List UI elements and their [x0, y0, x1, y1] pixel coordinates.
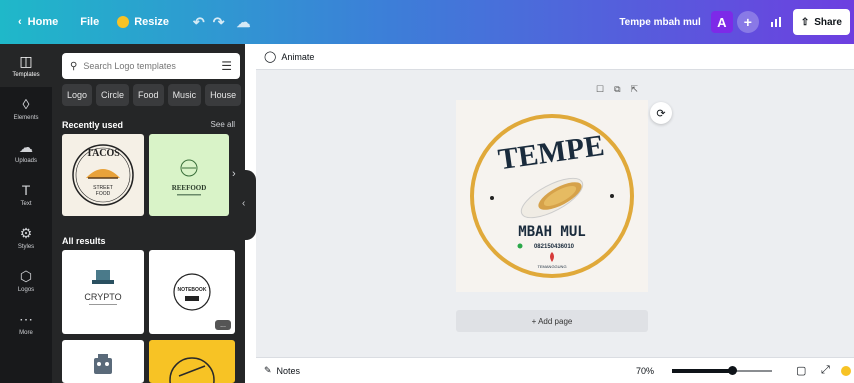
document-title[interactable]: Tempe mbah mul	[619, 17, 701, 28]
animate-button[interactable]: Animate	[281, 52, 314, 62]
add-collaborator-button[interactable]: +	[736, 11, 759, 33]
page-tools: ☐ ⧉ ⇱	[596, 84, 638, 95]
top-bar: ‹ Home File Resize ↶ ↷ ☁ Tempe mbah mul …	[0, 0, 854, 44]
svg-text:TEMANGGUNG: TEMANGGUNG	[537, 264, 566, 269]
cloud-sync-icon[interactable]: ☁	[237, 14, 251, 31]
search-box[interactable]: ⚲ ☰	[62, 53, 240, 79]
editor-subbar: ◯ Animate	[256, 44, 854, 70]
duplicate-page-icon[interactable]: ⧉	[614, 84, 620, 95]
rail-item-logos[interactable]: ⬡ Logos	[0, 259, 52, 302]
rail-item-text[interactable]: T Text	[0, 173, 52, 216]
page-count-icon[interactable]: ▢	[796, 364, 806, 377]
editor-workspace: ◯ Animate ☐ ⧉ ⇱ TEMPE MBAH MUL 082150436…	[256, 44, 854, 383]
bottom-bar: ✎ Notes 70% ▢ ⤢	[256, 357, 854, 383]
avatar[interactable]: A	[710, 11, 733, 33]
zoom-slider[interactable]	[672, 366, 772, 375]
chip-food[interactable]: Food	[133, 84, 164, 106]
template-thumb-reefood[interactable]: REEFOOD	[149, 134, 229, 216]
notes-label: Notes	[276, 365, 301, 376]
redo-icon[interactable]: ↷	[213, 14, 225, 31]
svg-text:082150436010: 082150436010	[534, 244, 575, 250]
see-all-link[interactable]: See all	[211, 120, 235, 129]
refresh-icon: ⟳	[656, 107, 666, 120]
elements-icon: ◊	[22, 96, 30, 112]
tempe-logo-image: TEMPE MBAH MUL 082150436010 TEMANGGUNG	[470, 114, 634, 278]
styles-icon: ⚙	[19, 225, 33, 241]
recently-used-heading: Recently used	[62, 120, 124, 130]
category-chips: Logo Circle Food Music House ›	[62, 84, 259, 106]
bar-chart-icon	[770, 17, 781, 27]
regenerate-button[interactable]: ⟳	[650, 102, 672, 124]
filter-icon[interactable]: ☰	[221, 59, 232, 73]
rail-item-styles[interactable]: ⚙ Styles	[0, 216, 52, 259]
crypto-logo-image: CRYPTO	[84, 270, 122, 305]
svg-text:FOOD: FOOD	[96, 191, 111, 197]
svg-text:MBAH MUL: MBAH MUL	[518, 224, 585, 240]
home-button[interactable]: ‹ Home	[12, 9, 64, 35]
logos-icon: ⬡	[19, 268, 33, 284]
template-icon: ◫	[19, 53, 33, 69]
search-icon: ⚲	[70, 60, 78, 72]
svg-text:TACOS: TACOS	[86, 148, 120, 159]
template-thumb-tacos[interactable]: TACOS STREET FOOD	[62, 134, 144, 216]
svg-text:CRYPTO: CRYPTO	[84, 292, 121, 302]
plus-icon: +	[743, 14, 752, 30]
animate-icon: ◯	[264, 51, 277, 63]
share-icon: ⇧	[800, 16, 810, 28]
resize-button[interactable]: Resize	[111, 9, 175, 35]
svg-text:NOTEBOOK: NOTEBOOK	[178, 287, 207, 293]
undo-icon[interactable]: ↶	[193, 14, 205, 31]
rail-item-templates[interactable]: ◫ Templates	[0, 44, 52, 87]
chip-logo[interactable]: Logo	[62, 84, 93, 106]
tacos-logo-image: TACOS STREET FOOD	[72, 144, 134, 206]
lock-icon[interactable]: ☐	[596, 84, 604, 95]
chevron-left-icon: ‹	[18, 16, 22, 28]
template-thumb-yellow[interactable]	[149, 340, 235, 383]
svg-text:TEMPE: TEMPE	[496, 129, 606, 177]
chip-circle[interactable]: Circle	[96, 84, 130, 106]
rail-item-more[interactable]: ⋯ More	[0, 302, 52, 345]
template-badge: ...	[215, 320, 231, 330]
reefood-logo-image: REEFOOD	[172, 159, 207, 196]
notes-icon: ✎	[264, 365, 272, 375]
yellow-logo-image	[169, 357, 215, 383]
chip-house[interactable]: House	[205, 84, 242, 106]
resize-label: Resize	[134, 16, 170, 28]
fullscreen-icon[interactable]: ⤢	[821, 364, 830, 377]
add-page-icon[interactable]: ⇱	[631, 84, 639, 95]
left-rail: ◫ Templates ◊ Elements ☁ Uploads T Text …	[0, 44, 52, 383]
zoom-level[interactable]: 70%	[636, 366, 654, 376]
template-thumb-crypto[interactable]: CRYPTO	[62, 250, 144, 334]
robot-logo-image	[94, 354, 112, 374]
all-results-heading: All results	[62, 236, 106, 246]
template-thumb-notebook[interactable]: NOTEBOOK ...	[149, 250, 235, 334]
design-page[interactable]: TEMPE MBAH MUL 082150436010 TEMANGGUNG	[456, 100, 648, 292]
share-button[interactable]: ⇧ Share	[792, 9, 850, 35]
more-icon: ⋯	[19, 311, 33, 327]
home-label: Home	[27, 16, 59, 28]
template-thumb-robot[interactable]	[62, 340, 144, 383]
file-label: File	[80, 16, 100, 28]
rail-item-uploads[interactable]: ☁ Uploads	[0, 130, 52, 173]
help-icon[interactable]	[841, 366, 851, 376]
file-menu-button[interactable]: File	[74, 9, 105, 35]
add-page-button[interactable]: + Add page	[456, 310, 648, 332]
panel-collapse-handle[interactable]: ‹	[238, 170, 256, 240]
chip-music[interactable]: Music	[167, 84, 202, 106]
recent-next-icon[interactable]: ›	[232, 168, 236, 180]
insights-button[interactable]	[765, 11, 787, 33]
templates-panel: ⚲ ☰ Logo Circle Food Music House › Recen…	[52, 44, 254, 383]
rail-item-elements[interactable]: ◊ Elements	[0, 87, 52, 130]
svg-text:REEFOOD: REEFOOD	[172, 184, 207, 192]
zoom-slider-handle[interactable]	[728, 366, 737, 375]
chevron-left-icon: ‹	[242, 198, 246, 209]
zoom-slider-fill	[672, 369, 732, 373]
notes-button[interactable]: ✎ Notes	[264, 365, 300, 376]
crown-icon	[117, 16, 130, 28]
upload-icon: ☁	[19, 139, 33, 155]
text-icon: T	[21, 182, 31, 198]
share-label: Share	[814, 16, 842, 28]
search-input[interactable]	[83, 61, 222, 71]
